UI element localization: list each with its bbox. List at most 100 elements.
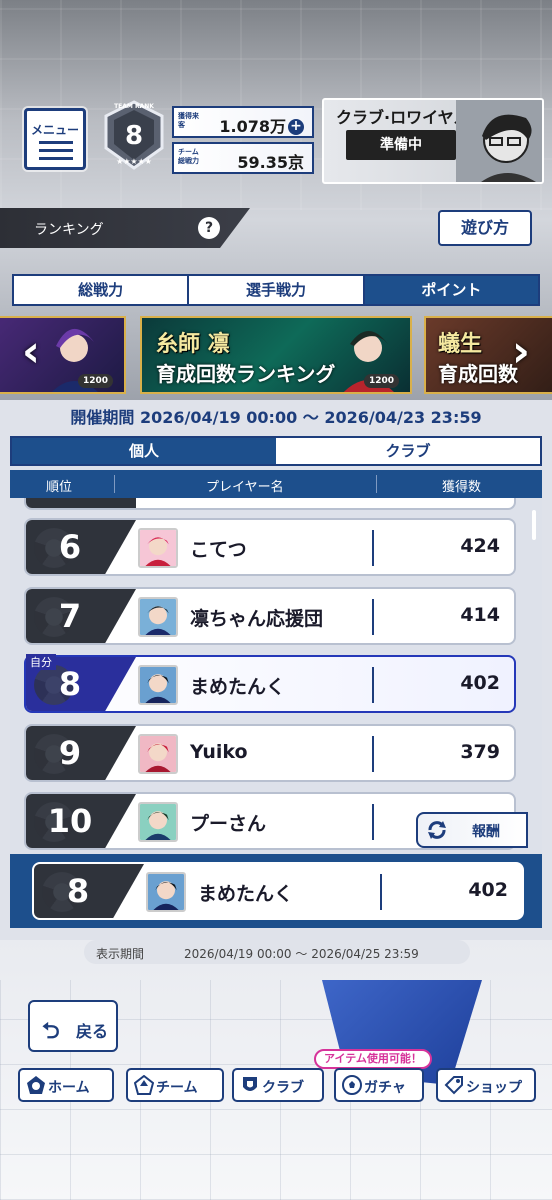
tab-player-power[interactable]: 選手戦力 bbox=[189, 276, 365, 304]
banner-center-subtitle: 育成回数ランキング bbox=[156, 362, 336, 386]
me-tag: 自分 bbox=[26, 654, 56, 670]
character-portrait-icon bbox=[456, 100, 542, 182]
visitors-value: 1.078万 bbox=[219, 117, 286, 136]
nav-gacha[interactable]: ガチャ bbox=[334, 1068, 424, 1102]
club-royal-card[interactable]: クラブ·ロワイヤル 準備中 bbox=[322, 98, 544, 184]
my-rank-number: 8 bbox=[66, 872, 90, 910]
tab-points[interactable]: ポイント bbox=[364, 276, 538, 304]
team-rank-label: TEAM RANK bbox=[114, 103, 154, 110]
tab-total-power[interactable]: 総戦力 bbox=[14, 276, 190, 304]
plus-icon[interactable]: + bbox=[288, 119, 304, 135]
club-royal-status: 準備中 bbox=[346, 130, 456, 160]
item-available-badge: アイテム使用可能！ bbox=[314, 1049, 432, 1069]
hamburger-icon bbox=[39, 141, 73, 165]
rank-number: 8 bbox=[58, 665, 82, 703]
my-rank-row[interactable]: 8 まめたんく 402 bbox=[32, 862, 524, 920]
refresh-icon bbox=[428, 821, 446, 839]
how-to-play-button[interactable]: 遊び方 bbox=[438, 210, 532, 246]
nav-team-label: チーム bbox=[156, 1080, 198, 1096]
event-period: 開催期間 2026/04/19 00:00 ～ 2026/04/23 23:59 bbox=[70, 408, 482, 427]
chevron-left-icon[interactable]: ‹ bbox=[12, 330, 50, 378]
shop-tag-icon bbox=[444, 1076, 463, 1095]
my-rank-bar: 8 まめたんく 402 bbox=[10, 854, 542, 928]
rank-number: 9 bbox=[58, 734, 82, 772]
display-period: 表示期間 2026/04/19 00:00 ～ 2026/04/25 23:59 bbox=[84, 940, 470, 964]
banner-center-title: 糸師 凛 bbox=[156, 332, 230, 357]
list-item-partial bbox=[24, 498, 516, 510]
display-period-value: 2026/04/19 00:00 ～ 2026/04/25 23:59 bbox=[184, 947, 419, 961]
gacha-ball-icon bbox=[342, 1075, 362, 1095]
list-item[interactable]: 9 Yuiko 379 bbox=[24, 724, 516, 782]
team-power-value: 59.35京 bbox=[237, 153, 304, 172]
svg-text:★★★★★: ★★★★★ bbox=[116, 157, 152, 166]
banner-left-badge: 1200 bbox=[78, 374, 114, 388]
banner-current[interactable]: 糸師 凛 育成回数ランキング 1200 bbox=[140, 316, 412, 394]
stats-panel: 獲得来客 1.078万 + チーム総戦力 59.35京 bbox=[172, 106, 314, 176]
player-name: プーさん bbox=[190, 813, 267, 835]
avatar bbox=[138, 665, 178, 705]
event-banner-carousel: 1200 糸師 凛 育成回数ランキング 1200 蟻生 育成回数 bbox=[0, 316, 552, 394]
reward-button[interactable]: 報酬 bbox=[416, 812, 528, 848]
bottom-nav: ホーム チーム クラブ ガチャ ショップ bbox=[18, 1068, 538, 1104]
visitors-stat[interactable]: 獲得来客 1.078万 + bbox=[172, 106, 314, 138]
scope-tabs: 個人 クラブ bbox=[10, 436, 542, 466]
team-power-tag: チーム総戦力 bbox=[178, 148, 199, 165]
col-rank: 順位 bbox=[46, 480, 73, 495]
nav-club[interactable]: クラブ bbox=[232, 1068, 324, 1102]
column-header: 順位 プレイヤー名 獲得数 bbox=[10, 470, 542, 498]
avatar bbox=[138, 802, 178, 842]
chevron-right-icon[interactable]: › bbox=[502, 330, 540, 378]
banner-center-badge: 1200 bbox=[364, 374, 400, 388]
menu-label: メニュー bbox=[30, 123, 79, 137]
menu-button[interactable]: メニュー bbox=[24, 108, 86, 170]
rank-number: 6 bbox=[58, 528, 82, 566]
rank-number: 10 bbox=[47, 802, 93, 840]
help-icon[interactable]: ? bbox=[198, 217, 220, 239]
avatar bbox=[146, 872, 186, 912]
my-player-score: 402 bbox=[468, 879, 508, 901]
nav-shop-label: ショップ bbox=[466, 1080, 522, 1096]
my-player-name: まめたんく bbox=[198, 883, 294, 905]
player-name: Yuiko bbox=[190, 741, 248, 763]
player-score: 414 bbox=[460, 604, 500, 626]
avatar bbox=[138, 528, 178, 568]
club-icon bbox=[243, 1077, 257, 1091]
back-button[interactable]: ⮌ 戻る bbox=[28, 1000, 118, 1052]
player-name: こてつ bbox=[190, 539, 247, 561]
list-item[interactable]: 7 凛ちゃん応援団 414 bbox=[24, 587, 516, 645]
team-rank-value: 8 bbox=[125, 121, 143, 151]
club-royal-title: クラブ·ロワイヤル bbox=[336, 108, 470, 127]
ranking-label: ランキング bbox=[34, 222, 104, 238]
player-score: 402 bbox=[460, 672, 500, 694]
nav-team[interactable]: チーム bbox=[126, 1068, 224, 1102]
nav-shop[interactable]: ショップ bbox=[436, 1068, 536, 1102]
list-item[interactable]: 6 こてつ 424 bbox=[24, 518, 516, 576]
col-score: 獲得数 bbox=[442, 480, 482, 495]
visitors-tag: 獲得来客 bbox=[178, 112, 199, 129]
back-label: 戻る bbox=[76, 1022, 109, 1041]
player-name: まめたんく bbox=[190, 676, 286, 698]
tab-club[interactable]: クラブ bbox=[276, 438, 540, 464]
ranking-tabs: 総戦力 選手戦力 ポイント bbox=[12, 274, 540, 306]
avatar bbox=[138, 597, 178, 637]
display-period-label: 表示期間 bbox=[96, 947, 145, 961]
team-icon bbox=[134, 1075, 154, 1095]
nav-home[interactable]: ホーム bbox=[18, 1068, 114, 1102]
player-name: 凛ちゃん応援団 bbox=[190, 608, 324, 630]
back-arrow-icon: ⮌ bbox=[42, 1019, 60, 1044]
nav-club-label: クラブ bbox=[262, 1080, 304, 1096]
team-rank-emblem[interactable]: TEAM RANK 8 ★★★★★ bbox=[100, 98, 168, 174]
nav-home-label: ホーム bbox=[48, 1080, 90, 1096]
nav-gacha-label: ガチャ bbox=[364, 1080, 406, 1096]
reward-label: 報酬 bbox=[472, 824, 500, 840]
col-player: プレイヤー名 bbox=[206, 480, 284, 495]
tab-individual[interactable]: 個人 bbox=[12, 438, 276, 464]
team-power-stat: チーム総戦力 59.35京 bbox=[172, 142, 314, 174]
list-scrollbar[interactable] bbox=[532, 510, 536, 540]
player-score: 379 bbox=[460, 741, 500, 763]
banner-right-title: 蟻生 bbox=[438, 332, 483, 357]
list-item-me[interactable]: 8 まめたんく 402 bbox=[24, 655, 516, 713]
rank-number: 7 bbox=[58, 597, 82, 635]
player-score: 424 bbox=[460, 535, 500, 557]
home-icon bbox=[27, 1076, 45, 1094]
